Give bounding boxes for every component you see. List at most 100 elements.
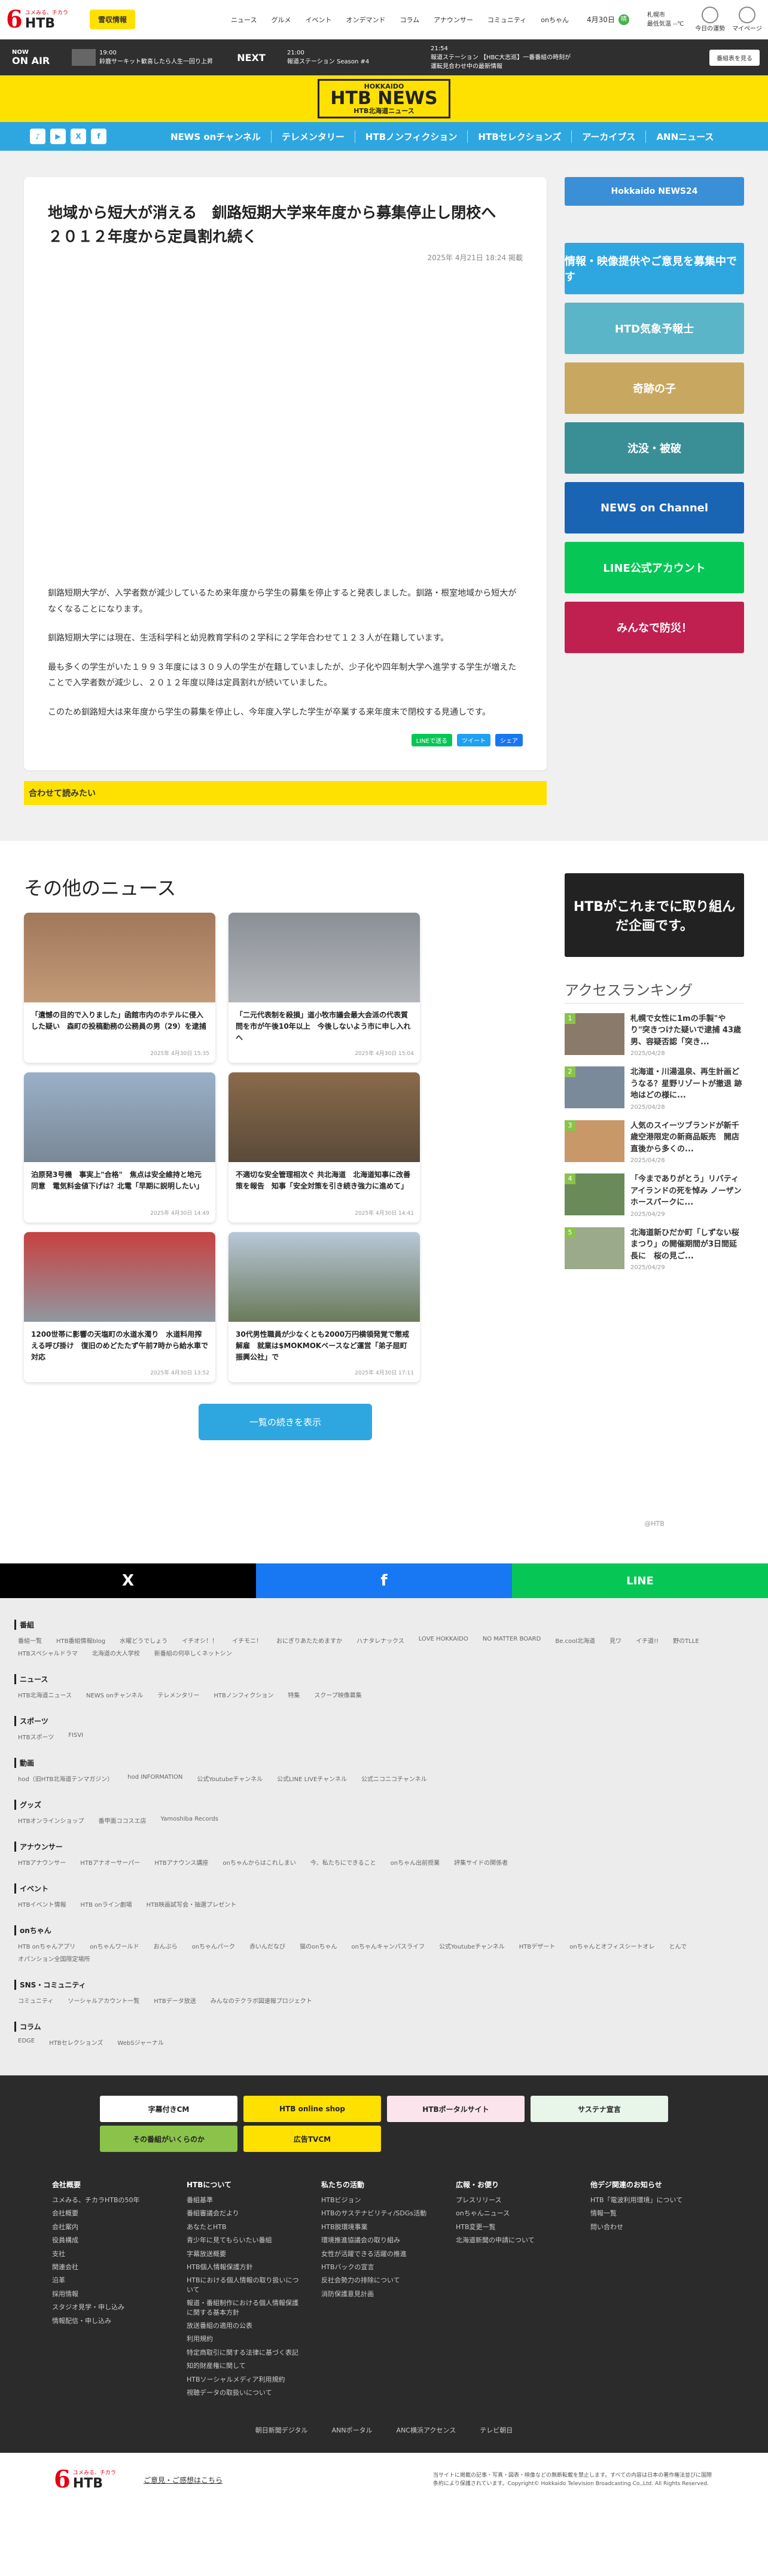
- sitemap-link[interactable]: 赤いんだなび: [249, 1941, 285, 1950]
- banner-bousai[interactable]: みんなで防災！: [565, 602, 744, 653]
- sitemap-link[interactable]: おにぎりあたためますか: [276, 1636, 342, 1645]
- footer-link[interactable]: 関連会社: [52, 2263, 169, 2272]
- x-share-icon[interactable]: X: [0, 1563, 256, 1599]
- footer-link[interactable]: あなたとHTB: [187, 2223, 303, 2231]
- nav-event[interactable]: イベント: [305, 15, 331, 25]
- footer-banner[interactable]: HTBポータルサイト: [387, 2096, 525, 2123]
- footer-link[interactable]: HTB脱環境事業: [321, 2223, 438, 2231]
- sitemap-link[interactable]: WebSジャーナル: [117, 2038, 164, 2047]
- footer-link[interactable]: 視聴データの取扱いについて: [187, 2388, 303, 2397]
- nav-column[interactable]: コラム: [400, 15, 419, 25]
- footer-link[interactable]: テレビ朝日: [480, 2425, 513, 2435]
- sitemap-link[interactable]: HTBアナウンス講座: [154, 1858, 208, 1867]
- footer-link[interactable]: ANNポータル: [332, 2425, 373, 2435]
- footer-link[interactable]: 支社: [52, 2249, 169, 2258]
- sitemap-link[interactable]: 公式Youtubeチャンネル: [439, 1941, 505, 1950]
- line-share-icon[interactable]: LINE: [512, 1563, 768, 1599]
- sitemap-link[interactable]: 公式ニコニコチャンネル: [361, 1774, 427, 1783]
- banner-kiseki[interactable]: 奇跡の子: [565, 362, 744, 414]
- nav-gourmet[interactable]: グルメ: [271, 15, 291, 25]
- footer-link[interactable]: HTB変更一覧: [456, 2223, 572, 2231]
- footer-banner[interactable]: 広告TVCM: [243, 2126, 381, 2153]
- contact-link[interactable]: ご意見・ご感想はこちら: [144, 2475, 223, 2485]
- nav-ann-news[interactable]: ANNニュース: [645, 130, 724, 143]
- sitemap-link[interactable]: みんなのテクラボ図速報プロジェクト: [211, 1996, 312, 2005]
- sitemap-link[interactable]: HTB onライン劇場: [81, 1900, 132, 1909]
- sitemap-link[interactable]: NO MATTER BOARD: [483, 1636, 541, 1645]
- sitemap-link[interactable]: HTBアナオーサーパー: [80, 1858, 140, 1867]
- sitemap-link[interactable]: onちゃん出前授業: [391, 1858, 440, 1867]
- news-card[interactable]: 「二元代表制を殺損」道小牧市議会最大会派の代表質問を市が午後10年以上 今後しな…: [228, 912, 420, 1063]
- mypage-button[interactable]: マイページ: [732, 7, 762, 32]
- footer-link[interactable]: HTBにおける個人情報の取り扱いについて: [187, 2276, 303, 2294]
- sitemap-link[interactable]: HTBノンフィクション: [214, 1690, 273, 1699]
- footer-link[interactable]: 女性が活躍できる活躍の推進: [321, 2249, 438, 2258]
- sitemap-link[interactable]: 番甲面ココスエ店: [99, 1816, 147, 1825]
- sitemap-link[interactable]: 野のTLLE: [673, 1636, 699, 1645]
- footer-banner[interactable]: HTB online shop: [243, 2096, 381, 2123]
- x-icon[interactable]: X: [71, 129, 86, 144]
- footer-link[interactable]: 環境推進協議会の取り組み: [321, 2236, 438, 2245]
- footer-link[interactable]: 利用規約: [187, 2334, 303, 2343]
- banner-line[interactable]: LINE公式アカウント: [565, 542, 744, 593]
- footer-link[interactable]: 知的財産権に関して: [187, 2361, 303, 2370]
- footer-link[interactable]: HTBバックの宣言: [321, 2263, 438, 2272]
- sitemap-link[interactable]: Yamoshiba Records: [161, 1816, 218, 1825]
- sitemap-link[interactable]: hod（旧HTB北海道テンマガジン）: [18, 1774, 113, 1783]
- sitemap-link[interactable]: onちゃんとオフィスシートオレ: [569, 1941, 654, 1950]
- footer-link[interactable]: 字幕放送概要: [187, 2249, 303, 2258]
- youtube-icon[interactable]: ▶: [50, 129, 66, 144]
- sitemap-link[interactable]: HTBデザート: [519, 1941, 556, 1950]
- sitemap-link[interactable]: イチモニ！: [232, 1636, 262, 1645]
- sitemap-link[interactable]: HTB番組情報blog: [56, 1636, 105, 1645]
- nav-onchan[interactable]: onちゃん: [541, 15, 569, 25]
- nav-news[interactable]: ニュース: [231, 15, 257, 25]
- sitemap-link[interactable]: 猫のonちゃん: [300, 1941, 337, 1950]
- sitemap-link[interactable]: HTBデータ放送: [154, 1996, 196, 2005]
- sitemap-link[interactable]: FISVI: [68, 1732, 83, 1741]
- footer-link[interactable]: onちゃんニュース: [456, 2209, 572, 2218]
- footer-link[interactable]: 問い合わせ: [590, 2223, 707, 2231]
- footer-link[interactable]: 番組基準: [187, 2196, 303, 2205]
- sitemap-link[interactable]: HTBイベント情報: [18, 1900, 66, 1909]
- sitemap-link[interactable]: HTB映画試写会・抽選プレゼント: [147, 1900, 237, 1909]
- footer-link[interactable]: 消防保護意見計画: [321, 2290, 438, 2298]
- sitemap-link[interactable]: とんで: [669, 1941, 687, 1950]
- sitemap-link[interactable]: オパンション全国限定場所: [18, 1954, 90, 1963]
- news-card[interactable]: 不適切な安全管理相次ぐ 共北海道 北海道知事に改善策を報告 知事「安全対策を引き…: [228, 1072, 420, 1223]
- sitemap-link[interactable]: 水曜どうでしょう: [120, 1636, 167, 1645]
- sitemap-link[interactable]: 北海道の大人学校: [92, 1648, 140, 1657]
- sitemap-link[interactable]: HTB onちゃんアプリ: [18, 1941, 75, 1950]
- facebook-icon[interactable]: f: [91, 129, 106, 144]
- sitemap-link[interactable]: おんぶら: [154, 1941, 178, 1950]
- sitemap-link[interactable]: 特集: [288, 1690, 300, 1699]
- sitemap-link[interactable]: onちゃんパーク: [192, 1941, 235, 1950]
- sitemap-link[interactable]: EDGE: [18, 2038, 35, 2047]
- banner-weather[interactable]: HTD気象予報士: [565, 303, 744, 354]
- news-card[interactable]: 30代男性職員が少なくとも2000万円横領発覚で懲戒解雇 就業は$MOKMOKベ…: [228, 1231, 420, 1382]
- footer-link[interactable]: HTB「電波利用環境」について: [590, 2196, 707, 2205]
- sitemap-link[interactable]: ソーシャルアカウント一覧: [68, 1996, 139, 2005]
- nav-announcer[interactable]: アナウンサー: [434, 15, 473, 25]
- sitemap-link[interactable]: 番組一覧: [18, 1636, 42, 1645]
- sitemap-link[interactable]: 評集サイドの関係者: [454, 1858, 508, 1867]
- sitemap-link[interactable]: ハナタレナックス: [356, 1636, 404, 1645]
- ranking-item[interactable]: 4 「今までありがとう」リバティアイランドの死を悼み ノーザンホースパークに...…: [565, 1173, 744, 1218]
- next-program[interactable]: 21:00 報道ステーション Season #4: [287, 50, 431, 65]
- tweet-button[interactable]: ツイート: [457, 733, 490, 746]
- nav-ondemand[interactable]: オンデマンド: [346, 15, 385, 25]
- footer-link[interactable]: HTB個人情報保護方針: [187, 2263, 303, 2272]
- news-card[interactable]: 泊原発3号機 事実上"合格" 焦点は安全維持と地元同意 電気料金値下げは？北電「…: [24, 1072, 215, 1223]
- footer-banner[interactable]: その番組がいくらのか: [100, 2126, 237, 2153]
- htb-logo[interactable]: 6 ユメみる、チカラ HTB: [6, 7, 84, 32]
- sitemap-link[interactable]: コミュニティ: [18, 1996, 53, 2005]
- banner-info-submit[interactable]: 情報・映像提供やご意見を募集中です: [565, 243, 744, 294]
- facebook-share-icon[interactable]: f: [256, 1563, 512, 1599]
- banner-news24[interactable]: Hokkaido NEWS24: [565, 177, 744, 206]
- footer-link[interactable]: 役員構成: [52, 2236, 169, 2245]
- footer-link[interactable]: 反社会勢力の排除について: [321, 2276, 438, 2285]
- sitemap-link[interactable]: onちゃんからはこれしまい: [223, 1858, 295, 1867]
- sitemap-link[interactable]: 公式Youtubeチャンネル: [197, 1774, 263, 1783]
- fortune-button[interactable]: 今日の運勢: [695, 7, 725, 32]
- sitemap-link[interactable]: Be.cool北海道: [555, 1636, 595, 1645]
